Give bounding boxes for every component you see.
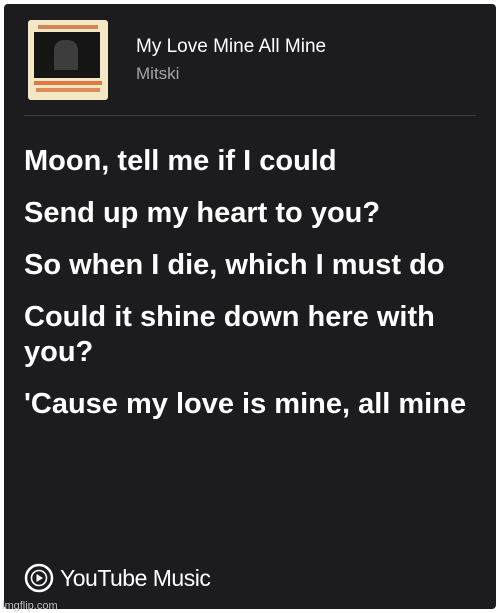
song-title[interactable]: My Love Mine All Mine	[136, 36, 326, 58]
song-header: My Love Mine All Mine Mitski	[28, 20, 474, 100]
youtube-music-branding[interactable]: YouTube Music	[24, 560, 211, 596]
lyric-line: Could it shine down here with you?	[24, 301, 435, 368]
album-art-banner	[38, 25, 98, 29]
artist-name[interactable]: Mitski	[136, 64, 179, 84]
lyrics-share-card: My Love Mine All Mine Mitski Moon, tell …	[4, 4, 496, 609]
lyric-line: Moon, tell me if I could	[24, 145, 337, 177]
lyric-line: So when I die, which I must do	[24, 249, 445, 281]
divider	[24, 115, 476, 116]
youtube-music-play-icon	[24, 563, 54, 593]
lyric-line: Send up my heart to you?	[24, 197, 381, 229]
imgflip-watermark: imgflip.com	[2, 600, 58, 612]
album-art-caption	[34, 81, 102, 85]
lyrics-block: Moon, tell me if I could Send up my hear…	[24, 144, 474, 439]
youtube-music-wordmark: YouTube Music	[60, 565, 211, 591]
album-art[interactable]	[28, 20, 108, 100]
album-art-caption-secondary	[36, 88, 100, 92]
lyric-line: 'Cause my love is mine, all mine	[24, 388, 467, 420]
album-art-figure	[54, 40, 78, 70]
